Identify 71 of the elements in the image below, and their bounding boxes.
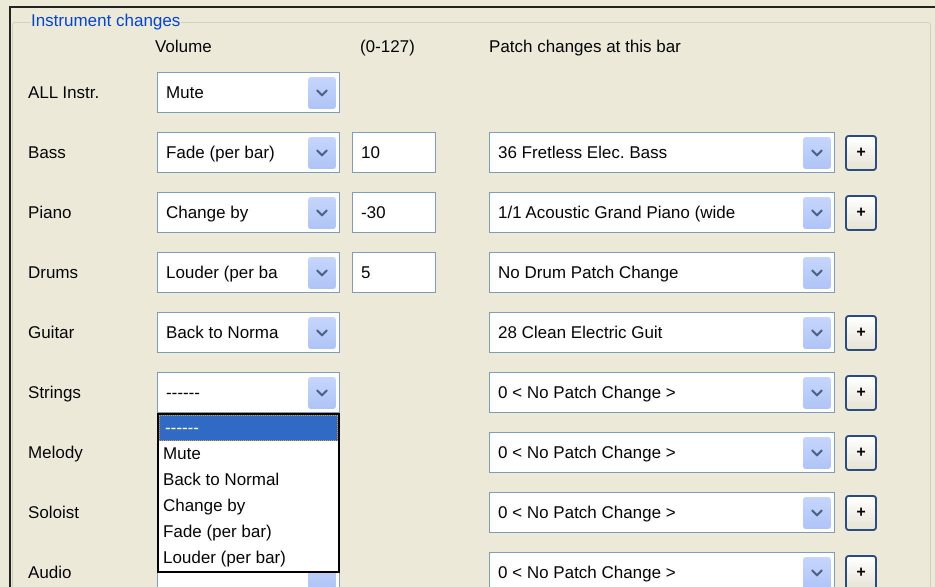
dropdown-arrow-button[interactable] [308,76,336,108]
dropdown-arrow-button[interactable] [308,256,336,288]
combo-value: Mute [166,82,205,104]
volume-dropdown[interactable]: Louder (per ba [157,252,340,293]
dropdown-arrow-button[interactable] [308,316,336,348]
volume-dropdown[interactable]: Back to Norma [157,312,340,353]
combo-value: 0 < No Patch Change > [498,562,677,584]
add-button[interactable]: + [845,194,877,230]
volume-dropdown[interactable]: Change by [157,192,340,233]
dropdown-arrow-button[interactable] [803,376,831,408]
patch-dropdown[interactable]: 0 < No Patch Change > [489,492,835,533]
dropdown-arrow-button[interactable] [308,136,336,168]
dropdown-arrow-button[interactable] [803,436,831,468]
column-header: (0-127) [360,36,416,58]
add-button[interactable]: + [845,554,877,587]
dropdown-arrow-button[interactable] [803,256,831,288]
dropdown-arrow-button[interactable] [803,136,831,168]
dropdown-arrow-button[interactable] [308,376,336,408]
dropdown-arrow-button[interactable] [308,196,336,228]
patch-dropdown[interactable]: 28 Clean Electric Guit [489,312,835,353]
add-button[interactable]: + [845,134,877,170]
combo-value: ------ [166,382,201,404]
amount-input[interactable]: 5 [352,252,436,293]
instrument-label: Bass [27,142,67,164]
dropdown-arrow-button[interactable] [803,196,831,228]
combo-value: 0 < No Patch Change > [498,502,677,524]
combo-value: Louder (per ba [166,262,279,284]
combo-value: Back to Norma [166,322,280,344]
combo-value: 28 Clean Electric Guit [498,322,664,344]
patch-dropdown[interactable]: 1/1 Acoustic Grand Piano (wide [489,192,835,233]
instrument-label: ALL Instr. [27,82,100,104]
add-button[interactable]: + [845,314,877,350]
column-header: Patch changes at this bar [489,36,681,58]
instrument-label: Guitar [27,322,76,344]
instrument-label: Drums [27,262,80,284]
dropdown-option[interactable]: Back to Normal [159,467,338,493]
combo-value: 36 Fretless Elec. Bass [498,142,668,164]
instrument-label: Strings [27,382,82,404]
combo-value: Change by [166,202,250,224]
patch-dropdown[interactable]: 0 < No Patch Change > [489,432,835,473]
amount-input[interactable]: -30 [352,192,436,233]
volume-dropdown[interactable]: Mute [157,72,340,113]
amount-input[interactable]: 10 [352,132,436,173]
instrument-label: Melody [27,442,84,464]
combo-value: Fade (per bar) [166,142,276,164]
instrument-label: Audio [27,562,72,584]
dropdown-option[interactable]: Fade (per bar) [159,519,338,545]
instrument-label: Soloist [27,502,80,524]
combo-value: 0 < No Patch Change > [498,442,677,464]
dropdown-option[interactable]: Louder (per bar) [159,545,338,571]
combo-value: 1/1 Acoustic Grand Piano (wide [498,202,736,224]
dropdown-arrow-button[interactable] [803,496,831,528]
add-button[interactable]: + [845,494,877,530]
dropdown-arrow-button[interactable] [803,316,831,348]
patch-dropdown[interactable]: 36 Fretless Elec. Bass [489,132,835,173]
combo-value: No Drum Patch Change [498,262,680,284]
dropdown-arrow-button[interactable] [803,556,831,587]
dropdown-option[interactable]: Change by [159,493,338,519]
volume-dropdown[interactable]: ------ [157,372,340,413]
instrument-label: Piano [27,202,72,224]
patch-dropdown[interactable]: No Drum Patch Change [489,252,835,293]
add-button[interactable]: + [845,434,877,470]
group-title: Instrument changes [30,11,182,30]
dropdown-option[interactable]: Mute [159,441,338,467]
patch-dropdown[interactable]: 0 < No Patch Change > [489,372,835,413]
volume-dropdown[interactable]: Fade (per bar) [157,132,340,173]
column-header: Volume [155,36,213,58]
patch-dropdown[interactable]: 0 < No Patch Change > [489,552,835,587]
combo-value: 0 < No Patch Change > [498,382,677,404]
add-button[interactable]: + [845,374,877,410]
dropdown-option[interactable]: ------ [159,415,338,441]
